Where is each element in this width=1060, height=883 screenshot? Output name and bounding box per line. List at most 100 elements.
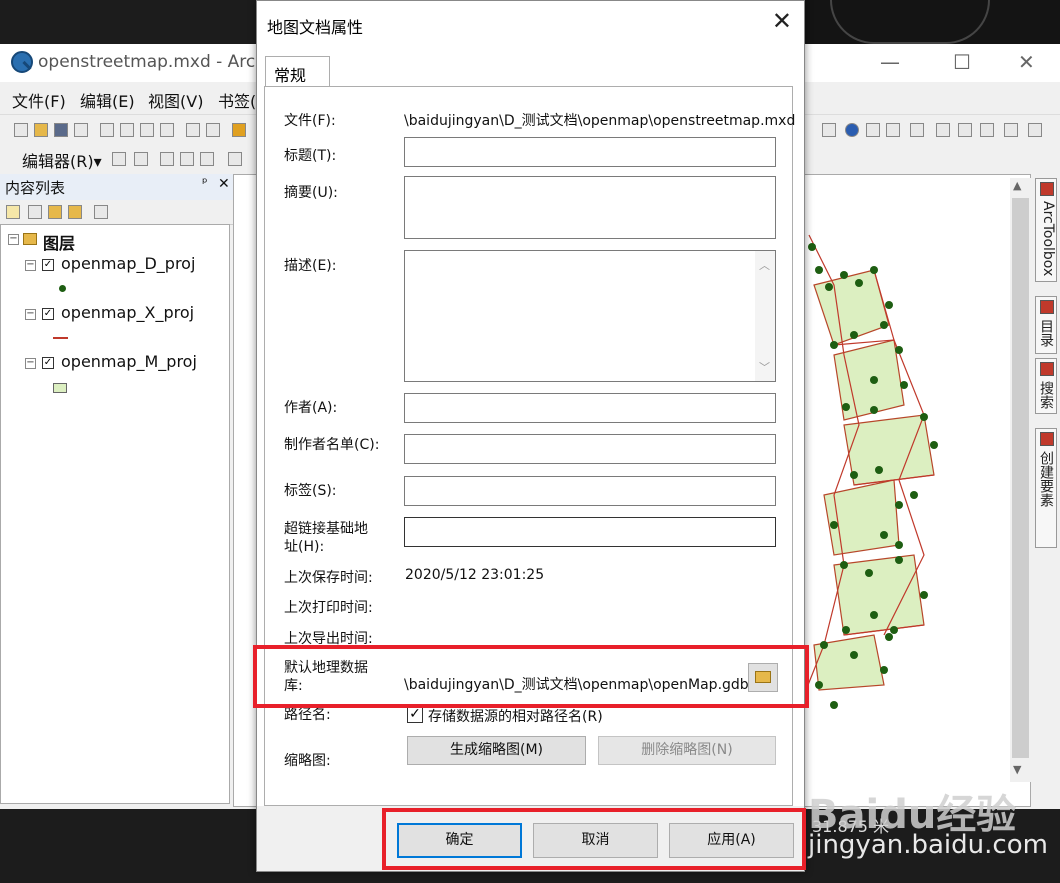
layer-x-name[interactable]: openmap_X_proj [61,303,194,322]
description-input[interactable]: ︿ ﹀ [404,250,776,382]
menu-file[interactable]: 文件(F) [12,88,66,112]
point-feature [885,301,893,309]
point-icon[interactable] [228,152,242,166]
summary-label: 摘要(U): [284,185,338,201]
toc-options-icon[interactable] [94,205,108,219]
trace-icon[interactable] [200,152,214,166]
delete-icon[interactable] [160,123,174,137]
end-point-arc-icon[interactable] [180,152,194,166]
point-feature [825,283,833,291]
description-label: 描述(E): [284,258,337,274]
edit-annotation-icon[interactable] [134,152,148,166]
point-feature [830,341,838,349]
layer-x-checkbox[interactable]: ✓ [42,308,54,320]
title-input[interactable] [404,137,776,167]
editor-menu-button[interactable]: 编辑器(R)▾ [22,148,102,172]
tags-input[interactable] [404,476,776,506]
minimize-icon[interactable]: — [880,50,900,74]
hyperlink-base-label: 超链接基础地 [284,521,368,537]
straight-segment-icon[interactable] [160,152,174,166]
point-feature [920,413,928,421]
polygon-symbol[interactable] [53,383,67,393]
identify-icon[interactable] [845,123,859,137]
copy-icon[interactable] [120,123,134,137]
hyperlink-base-label-2: 址(H): [284,539,325,555]
list-by-visibility-icon[interactable] [48,205,62,219]
point-feature [850,471,858,479]
find-route-icon[interactable] [958,123,972,137]
save-icon[interactable] [54,123,68,137]
hyperlink-base-input[interactable] [404,517,776,547]
measure-icon[interactable] [886,123,900,137]
layer-x-expander[interactable]: − [25,309,36,320]
time-slider-icon[interactable] [1004,123,1018,137]
point-feature [880,531,888,539]
close-icon[interactable]: ✕ [772,9,792,33]
chevron-down-icon[interactable]: ﹀ [759,359,770,375]
hyperlink-icon[interactable] [910,123,924,137]
list-by-selection-icon[interactable] [68,205,82,219]
edit-tool-icon[interactable] [112,152,126,166]
menu-bookmarks[interactable]: 书签( [218,88,256,112]
catalog-tab[interactable]: 目录 [1035,296,1057,354]
map-scroll-thumb[interactable] [1012,198,1029,758]
layer-d-expander[interactable]: − [25,260,36,271]
menu-view[interactable]: 视图(V) [148,88,203,112]
point-feature [830,521,838,529]
line-symbol[interactable] [53,337,68,339]
delete-thumbnail-button[interactable]: 删除缩略图(N) [598,736,776,765]
select-arrow-icon[interactable] [822,123,836,137]
list-by-source-icon[interactable] [28,205,42,219]
print-icon[interactable] [74,123,88,137]
polygon-feature [833,554,925,636]
create-features-tab[interactable]: 创建要素 [1035,428,1057,548]
point-feature [885,633,893,641]
viewer-icon[interactable] [1028,123,1042,137]
layer-d-checkbox[interactable]: ✓ [42,259,54,271]
point-feature [930,441,938,449]
open-folder-icon[interactable] [34,123,48,137]
tab-general-label: 常规 [274,66,307,85]
find-icon[interactable] [936,123,950,137]
scroll-up-icon[interactable]: ▲ [1013,179,1021,192]
point-symbol[interactable] [59,285,66,292]
relative-paths-label[interactable]: 存储数据源的相对路径名(R) [428,706,603,726]
window-close-icon[interactable]: ✕ [1018,50,1035,74]
point-feature [875,466,883,474]
add-data-icon[interactable] [232,123,246,137]
go-to-xy-icon[interactable] [980,123,994,137]
point-feature [920,591,928,599]
chevron-up-icon[interactable]: ︿ [759,257,770,273]
author-input[interactable] [404,393,776,423]
cut-icon[interactable] [100,123,114,137]
tab-general[interactable]: 常规 [265,56,330,87]
layer-d-name[interactable]: openmap_D_proj [61,254,195,273]
layer-m-checkbox[interactable]: ✓ [42,357,54,369]
credits-input[interactable] [404,434,776,464]
layers-expander[interactable]: − [8,234,19,245]
arctoolbox-tab[interactable]: ArcToolbox [1035,178,1057,282]
undo-icon[interactable] [186,123,200,137]
summary-input[interactable] [404,176,776,239]
paste-icon[interactable] [140,123,154,137]
redo-icon[interactable] [206,123,220,137]
point-feature [880,666,888,674]
menu-edit[interactable]: 编辑(E) [80,88,135,112]
scroll-down-icon[interactable]: ▼ [1013,763,1021,776]
point-feature [895,541,903,549]
layer-m-name[interactable]: openmap_M_proj [61,352,197,371]
list-by-drawing-order-icon[interactable] [6,205,20,219]
toc-close-icon[interactable]: ✕ [218,176,230,192]
relative-paths-checkbox[interactable]: ✓ [407,707,423,723]
html-popup-icon[interactable] [866,123,880,137]
make-thumbnail-button[interactable]: 生成缩略图(M) [407,736,586,765]
desktop-decoration [830,0,990,44]
layers-root[interactable]: 图层 [43,230,75,254]
pin-icon[interactable]: ᵖ [202,176,208,191]
maximize-icon[interactable]: ☐ [953,50,971,74]
description-scrollbar[interactable]: ︿ ﹀ [755,251,775,381]
new-document-icon[interactable] [14,123,28,137]
point-feature [870,376,878,384]
search-tab[interactable]: 搜索 [1035,358,1057,414]
layer-m-expander[interactable]: − [25,358,36,369]
